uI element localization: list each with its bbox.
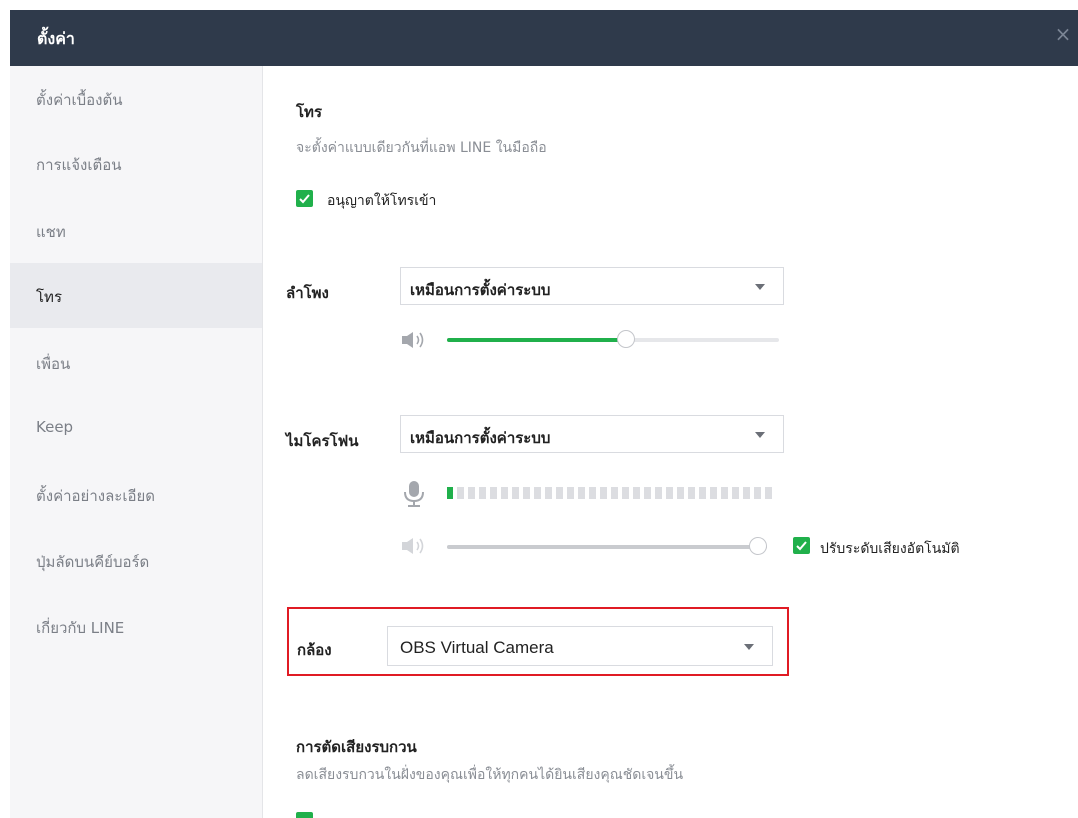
sidebar-item-shortcuts[interactable]: ปุ่มลัดบนคีย์บอร์ด bbox=[10, 528, 262, 593]
meter-segment bbox=[600, 487, 607, 499]
meter-segment bbox=[457, 487, 464, 499]
noise-suppression-checkbox[interactable] bbox=[296, 812, 313, 818]
speaker-icon bbox=[402, 538, 424, 554]
meter-segment bbox=[765, 487, 772, 499]
meter-segment bbox=[644, 487, 651, 499]
camera-label: กล้อง bbox=[297, 641, 332, 659]
sidebar-item-chats[interactable]: แชท bbox=[10, 198, 262, 263]
meter-segment bbox=[655, 487, 662, 499]
allow-incoming-label: อนุญาตให้โทรเข้า bbox=[327, 193, 437, 209]
chevron-down-icon bbox=[755, 432, 765, 438]
meter-segment bbox=[699, 487, 706, 499]
meter-segment bbox=[710, 487, 717, 499]
meter-segment bbox=[633, 487, 640, 499]
meter-segment bbox=[578, 487, 585, 499]
sidebar-item-label: แชท bbox=[36, 223, 66, 241]
meter-segment bbox=[688, 487, 695, 499]
microphone-volume-handle[interactable] bbox=[749, 537, 767, 555]
sidebar-item-label: ตั้งค่าเบื้องต้น bbox=[36, 91, 123, 109]
sidebar-item-friends[interactable]: เพื่อน bbox=[10, 330, 262, 395]
speaker-volume-handle[interactable] bbox=[617, 330, 635, 348]
checkmark-icon bbox=[796, 541, 807, 551]
meter-segment bbox=[732, 487, 739, 499]
sidebar-item-label: โทร bbox=[36, 288, 63, 306]
microphone-icon bbox=[404, 481, 424, 507]
chevron-down-icon bbox=[755, 284, 765, 290]
camera-dropdown[interactable]: OBS Virtual Camera bbox=[387, 626, 773, 666]
meter-segment bbox=[743, 487, 750, 499]
window-title: ตั้งค่า bbox=[37, 29, 75, 48]
meter-segment bbox=[666, 487, 673, 499]
noise-suppression-title: การตัดเสียงรบกวน bbox=[296, 738, 417, 756]
microphone-dropdown[interactable]: เหมือนการตั้งค่าระบบ bbox=[400, 415, 784, 453]
speaker-dropdown[interactable]: เหมือนการตั้งค่าระบบ bbox=[400, 267, 784, 305]
meter-segment bbox=[754, 487, 761, 499]
meter-segment bbox=[545, 487, 552, 499]
sidebar-item-label: เพื่อน bbox=[36, 355, 71, 373]
window-titlebar: ตั้งค่า × bbox=[10, 10, 1078, 66]
speaker-volume-slider[interactable] bbox=[447, 330, 779, 348]
sidebar-item-label: Keep bbox=[36, 418, 74, 436]
sidebar-item-label: การแจ้งเตือน bbox=[36, 156, 122, 174]
speaker-label: ลำโพง bbox=[286, 284, 329, 302]
meter-segment bbox=[523, 487, 530, 499]
speaker-selected-value: เหมือนการตั้งค่าระบบ bbox=[410, 281, 551, 299]
meter-segment bbox=[567, 487, 574, 499]
allow-incoming-checkbox[interactable] bbox=[296, 190, 313, 207]
camera-selected-value: OBS Virtual Camera bbox=[400, 638, 554, 657]
sidebar-item-calls[interactable]: โทร bbox=[10, 263, 262, 328]
calls-section-title: โทร bbox=[296, 103, 323, 121]
microphone-volume-slider[interactable] bbox=[447, 537, 767, 555]
meter-segment bbox=[556, 487, 563, 499]
microphone-label: ไมโครโฟน bbox=[286, 432, 359, 450]
microphone-volume-fill bbox=[447, 545, 767, 549]
sidebar-item-about[interactable]: เกี่ยวกับ LINE bbox=[10, 594, 262, 659]
microphone-input-level-meter bbox=[447, 487, 772, 499]
speaker-volume-fill bbox=[447, 338, 626, 342]
auto-adjust-volume-label: ปรับระดับเสียงอัตโนมัติ bbox=[820, 541, 960, 557]
meter-segment bbox=[479, 487, 486, 499]
sidebar-item-label: เกี่ยวกับ LINE bbox=[36, 619, 125, 637]
meter-segment bbox=[501, 487, 508, 499]
noise-suppression-description: ลดเสียงรบกวนในฝั่งของคุณเพื่อให้ทุกคนได้… bbox=[296, 767, 684, 783]
close-icon[interactable]: × bbox=[1054, 24, 1072, 44]
meter-segment bbox=[677, 487, 684, 499]
meter-segment bbox=[721, 487, 728, 499]
sidebar-item-general[interactable]: ตั้งค่าเบื้องต้น bbox=[10, 66, 262, 131]
sidebar-item-label: ตั้งค่าอย่างละเอียด bbox=[36, 487, 155, 505]
meter-segment bbox=[468, 487, 475, 499]
meter-segment bbox=[512, 487, 519, 499]
sidebar-item-advanced[interactable]: ตั้งค่าอย่างละเอียด bbox=[10, 462, 262, 527]
meter-segment bbox=[490, 487, 497, 499]
auto-adjust-volume-checkbox[interactable] bbox=[793, 537, 810, 554]
chevron-down-icon bbox=[744, 644, 754, 650]
meter-segment bbox=[622, 487, 629, 499]
meter-segment bbox=[447, 487, 453, 499]
sidebar-item-label: ปุ่มลัดบนคีย์บอร์ด bbox=[36, 553, 150, 571]
sidebar-item-keep[interactable]: Keep bbox=[10, 396, 262, 461]
speaker-icon bbox=[402, 332, 424, 348]
meter-segment bbox=[589, 487, 596, 499]
meter-segment bbox=[534, 487, 541, 499]
calls-section-description: จะตั้งค่าแบบเดียวกันที่แอพ LINE ในมือถือ bbox=[296, 140, 547, 156]
sidebar-item-notifications[interactable]: การแจ้งเตือน bbox=[10, 131, 262, 196]
settings-sidebar: ตั้งค่าเบื้องต้น การแจ้งเตือน แชท โทร เพ… bbox=[10, 66, 263, 818]
meter-segment bbox=[611, 487, 618, 499]
checkmark-icon bbox=[299, 194, 310, 204]
microphone-selected-value: เหมือนการตั้งค่าระบบ bbox=[410, 429, 551, 447]
